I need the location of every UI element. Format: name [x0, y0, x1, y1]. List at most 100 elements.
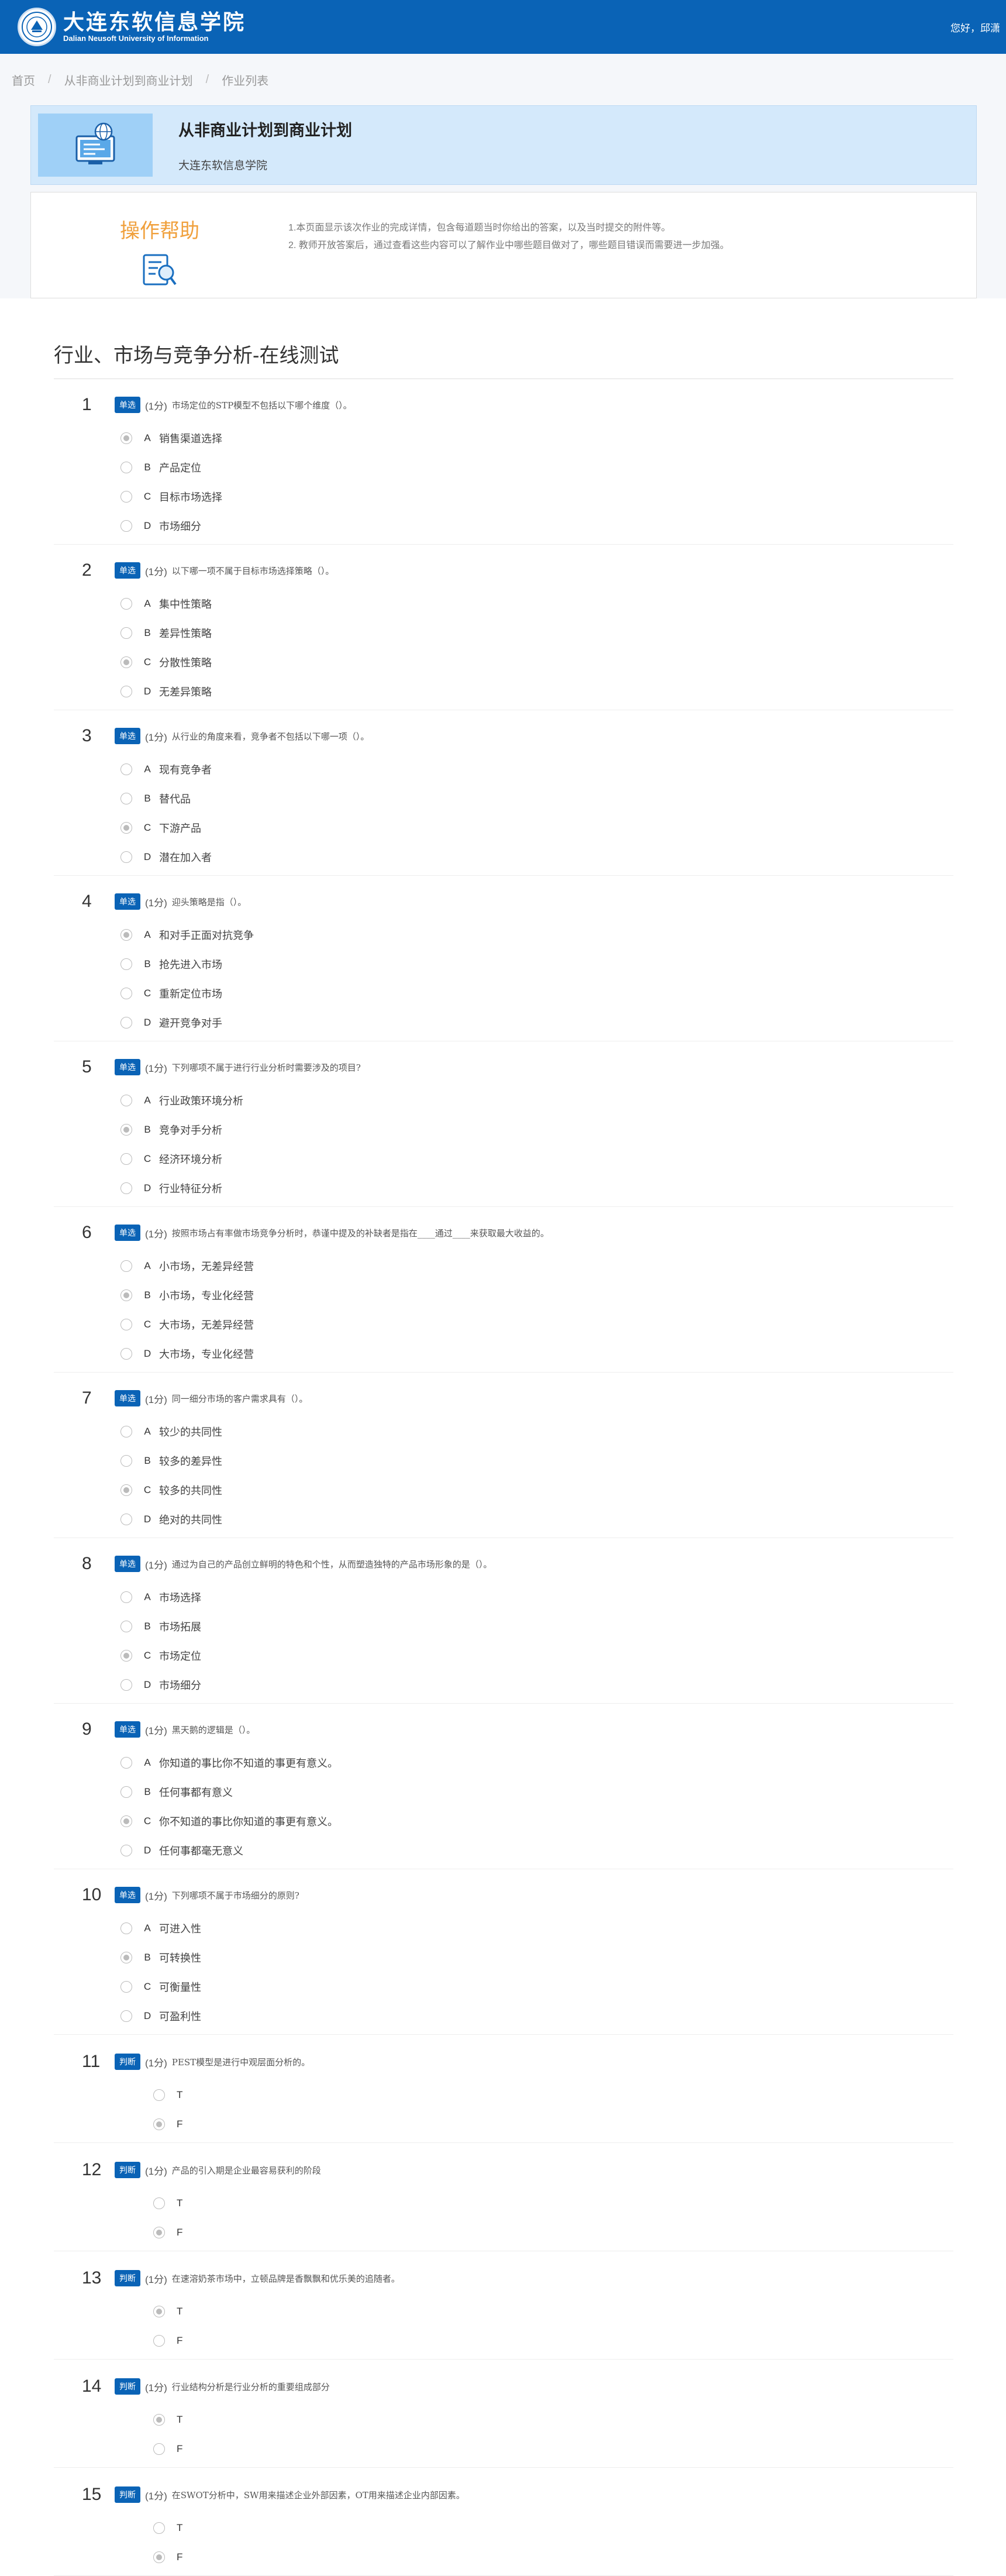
radio-unchecked-icon[interactable]: [153, 2443, 165, 2455]
answer-option[interactable]: A 销售渠道选择: [120, 424, 953, 453]
answer-option[interactable]: D 绝对的共同性: [120, 1505, 953, 1534]
answer-option[interactable]: D 无差异策略: [120, 677, 953, 706]
radio-checked-icon[interactable]: [120, 822, 132, 834]
answer-option[interactable]: A 可进入性: [120, 1914, 953, 1943]
radio-unchecked-icon[interactable]: [153, 2197, 165, 2209]
answer-option[interactable]: F: [153, 2110, 953, 2139]
radio-unchecked-icon[interactable]: [120, 1922, 132, 1934]
radio-unchecked-icon[interactable]: [120, 1591, 132, 1603]
answer-option[interactable]: B 抢先进入市场: [120, 950, 953, 979]
radio-unchecked-icon[interactable]: [120, 763, 132, 775]
radio-unchecked-icon[interactable]: [120, 1621, 132, 1632]
answer-option[interactable]: B 小市场，专业化经营: [120, 1281, 953, 1310]
answer-option[interactable]: D 潜在加入者: [120, 842, 953, 872]
answer-option[interactable]: A 集中性策略: [120, 589, 953, 618]
answer-option[interactable]: T: [153, 2513, 953, 2543]
radio-unchecked-icon[interactable]: [120, 988, 132, 999]
answer-option[interactable]: A 较少的共同性: [120, 1417, 953, 1446]
radio-unchecked-icon[interactable]: [120, 851, 132, 863]
radio-unchecked-icon[interactable]: [120, 2010, 132, 2022]
radio-checked-icon[interactable]: [120, 656, 132, 668]
radio-checked-icon[interactable]: [153, 2414, 165, 2426]
radio-unchecked-icon[interactable]: [120, 686, 132, 697]
answer-option[interactable]: B 可转换性: [120, 1943, 953, 1972]
answer-option[interactable]: D 大市场，专业化经营: [120, 1339, 953, 1368]
breadcrumb-course[interactable]: 从非商业计划到商业计划: [64, 71, 193, 88]
answer-option[interactable]: T: [153, 2405, 953, 2434]
radio-unchecked-icon[interactable]: [120, 1182, 132, 1194]
answer-option[interactable]: D 任何事都毫无意义: [120, 1836, 953, 1865]
answer-option[interactable]: D 可盈利性: [120, 2001, 953, 2031]
radio-unchecked-icon[interactable]: [120, 1514, 132, 1525]
answer-option[interactable]: B 市场拓展: [120, 1612, 953, 1641]
radio-checked-icon[interactable]: [120, 432, 132, 444]
answer-option[interactable]: C 重新定位市场: [120, 979, 953, 1008]
answer-option[interactable]: C 可衡量性: [120, 1972, 953, 2001]
radio-checked-icon[interactable]: [120, 1289, 132, 1301]
radio-unchecked-icon[interactable]: [120, 1153, 132, 1165]
radio-unchecked-icon[interactable]: [120, 627, 132, 639]
radio-unchecked-icon[interactable]: [153, 2089, 165, 2101]
breadcrumb-home[interactable]: 首页: [12, 71, 35, 88]
radio-unchecked-icon[interactable]: [120, 1845, 132, 1856]
radio-checked-icon[interactable]: [153, 2118, 165, 2130]
answer-option[interactable]: B 较多的差异性: [120, 1446, 953, 1476]
radio-unchecked-icon[interactable]: [120, 1786, 132, 1798]
radio-checked-icon[interactable]: [120, 1650, 132, 1662]
radio-checked-icon[interactable]: [153, 2227, 165, 2238]
answer-option[interactable]: A 市场选择: [120, 1583, 953, 1612]
answer-option[interactable]: B 产品定位: [120, 453, 953, 482]
answer-option[interactable]: B 竞争对手分析: [120, 1115, 953, 1144]
radio-checked-icon[interactable]: [153, 2306, 165, 2317]
radio-checked-icon[interactable]: [120, 1124, 132, 1136]
radio-unchecked-icon[interactable]: [120, 462, 132, 473]
answer-option[interactable]: F: [153, 2543, 953, 2572]
answer-option[interactable]: C 下游产品: [120, 813, 953, 842]
answer-option[interactable]: F: [153, 2434, 953, 2464]
answer-option[interactable]: A 你知道的事比你不知道的事更有意义。: [120, 1748, 953, 1777]
answer-option[interactable]: A 小市场，无差异经营: [120, 1251, 953, 1281]
radio-unchecked-icon[interactable]: [120, 1455, 132, 1467]
radio-unchecked-icon[interactable]: [120, 520, 132, 532]
answer-option[interactable]: T: [153, 2297, 953, 2326]
radio-unchecked-icon[interactable]: [120, 1348, 132, 1360]
radio-unchecked-icon[interactable]: [120, 1319, 132, 1330]
radio-unchecked-icon[interactable]: [120, 1757, 132, 1769]
radio-unchecked-icon[interactable]: [120, 1981, 132, 1993]
answer-option[interactable]: A 和对手正面对抗竞争: [120, 920, 953, 950]
radio-unchecked-icon[interactable]: [120, 1260, 132, 1272]
radio-unchecked-icon[interactable]: [120, 1017, 132, 1029]
answer-option[interactable]: D 市场细分: [120, 511, 953, 541]
answer-option[interactable]: A 行业政策环境分析: [120, 1086, 953, 1115]
radio-checked-icon[interactable]: [120, 1815, 132, 1827]
answer-option[interactable]: C 较多的共同性: [120, 1476, 953, 1505]
radio-unchecked-icon[interactable]: [153, 2335, 165, 2347]
answer-option[interactable]: C 你不知道的事比你知道的事更有意义。: [120, 1807, 953, 1836]
answer-option[interactable]: F: [153, 2326, 953, 2355]
answer-option[interactable]: D 行业特征分析: [120, 1174, 953, 1203]
radio-unchecked-icon[interactable]: [120, 793, 132, 804]
answer-option[interactable]: C 经济环境分析: [120, 1144, 953, 1174]
radio-unchecked-icon[interactable]: [120, 1679, 132, 1691]
answer-option[interactable]: C 市场定位: [120, 1641, 953, 1670]
radio-unchecked-icon[interactable]: [120, 1095, 132, 1106]
radio-unchecked-icon[interactable]: [120, 958, 132, 970]
answer-option[interactable]: C 大市场，无差异经营: [120, 1310, 953, 1339]
answer-option[interactable]: C 目标市场选择: [120, 482, 953, 511]
answer-option[interactable]: T: [153, 2189, 953, 2218]
answer-option[interactable]: F: [153, 2218, 953, 2247]
answer-option[interactable]: B 任何事都有意义: [120, 1777, 953, 1807]
answer-option[interactable]: B 替代品: [120, 784, 953, 813]
breadcrumb-assignments[interactable]: 作业列表: [222, 71, 268, 88]
radio-unchecked-icon[interactable]: [153, 2522, 165, 2534]
answer-option[interactable]: T: [153, 2080, 953, 2110]
answer-option[interactable]: A 现有竞争者: [120, 755, 953, 784]
radio-checked-icon[interactable]: [120, 929, 132, 941]
radio-checked-icon[interactable]: [120, 1484, 132, 1496]
answer-option[interactable]: D 市场细分: [120, 1670, 953, 1700]
radio-unchecked-icon[interactable]: [120, 1426, 132, 1437]
radio-checked-icon[interactable]: [153, 2551, 165, 2563]
school-logo[interactable]: 大连东软信息学院 Dalian Neusoft University of In…: [18, 8, 246, 46]
radio-checked-icon[interactable]: [120, 1952, 132, 1963]
radio-unchecked-icon[interactable]: [120, 491, 132, 503]
